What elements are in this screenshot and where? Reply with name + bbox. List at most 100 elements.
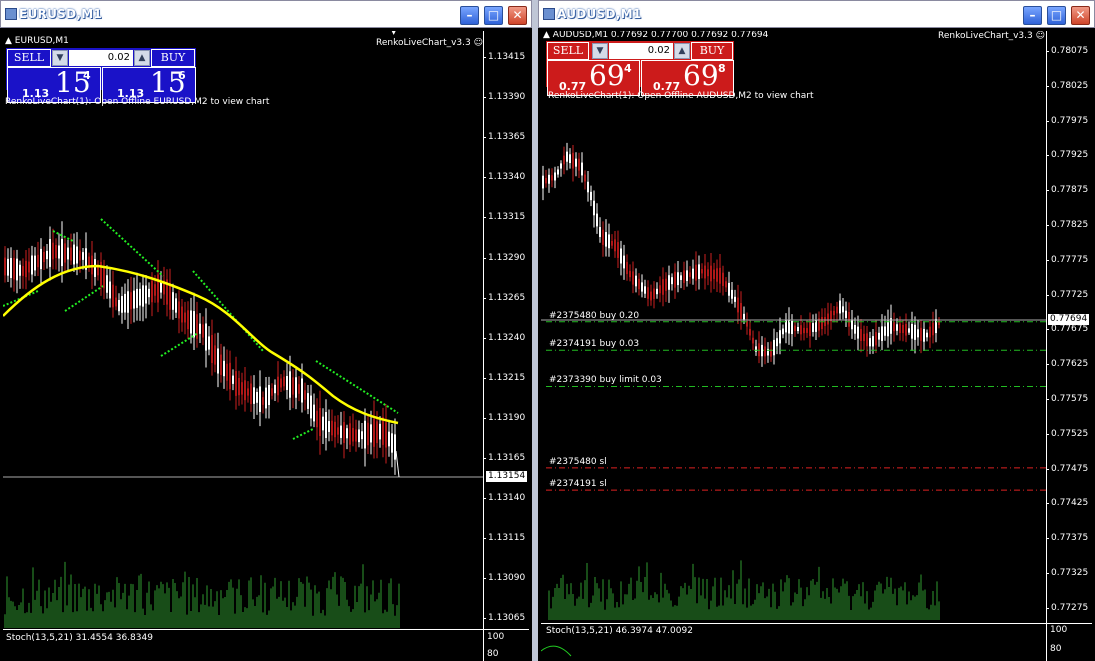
candle-body: [109, 281, 111, 299]
candle-body: [253, 387, 255, 404]
indicator-name: RenkoLiveChart_v3.3 ☺: [938, 31, 1045, 41]
candle-body: [112, 284, 114, 308]
candle-body: [223, 360, 225, 377]
candle-body: [899, 323, 901, 334]
candle-body: [271, 388, 273, 396]
price-axis-tick: [1046, 294, 1049, 296]
lot-up-icon[interactable]: ▲: [134, 50, 150, 66]
buy-button[interactable]: BUY: [151, 49, 195, 67]
candle-body: [935, 318, 937, 334]
price-axis-tick: [1046, 120, 1049, 122]
order-label[interactable]: #2375480 sl: [549, 457, 607, 467]
stoch-axis-80: 80: [487, 649, 499, 659]
order-label[interactable]: #2374191 buy 0.03: [549, 339, 639, 349]
candle-body: [701, 269, 703, 274]
eurusd-price-chart[interactable]: [3, 31, 529, 661]
candle-body: [857, 326, 859, 339]
eurusd-price-label: 1.13290: [488, 252, 526, 263]
buy-button[interactable]: BUY: [691, 42, 733, 60]
price-axis-line: [483, 31, 484, 661]
candle-body: [554, 172, 556, 181]
lot-size-input[interactable]: 0.02: [609, 43, 673, 59]
eurusd-price-label: 1.13140: [488, 493, 526, 504]
candle-body: [319, 407, 321, 437]
candle-body: [49, 239, 51, 267]
eurusd-titlebar[interactable]: EURUSD,M1 – □ ✕: [0, 0, 532, 28]
candle-body: [226, 363, 228, 381]
order-label[interactable]: #2375480 buy 0.20: [549, 311, 639, 321]
sell-button[interactable]: SELL: [7, 49, 51, 67]
eurusd-price-label: 1.13240: [488, 332, 526, 343]
candle-body: [725, 281, 727, 288]
minimize-button[interactable]: –: [460, 6, 479, 25]
candle-body: [145, 285, 147, 304]
close-button[interactable]: ✕: [1071, 6, 1090, 25]
candle-body: [782, 328, 784, 335]
maximize-button[interactable]: □: [1047, 6, 1066, 25]
price-axis-tick: [1046, 155, 1049, 157]
candle-body: [932, 322, 934, 336]
indicator-message: RenkoLiveChart(1): Open Offline AUDUSD,M…: [548, 91, 814, 101]
audusd-price-label: 0.77775: [1051, 254, 1089, 265]
candle-body: [289, 371, 291, 398]
close-button[interactable]: ✕: [508, 6, 527, 25]
sell-quote-pips: 69: [589, 59, 625, 92]
candle-body: [650, 291, 652, 301]
current-price-label: 0.77694: [1048, 314, 1090, 325]
indicator-separator: [3, 629, 529, 630]
candle-body: [40, 248, 42, 270]
audusd-chart-area[interactable]: 0.78075 0.78025 0.77975 0.77925 0.77875 0.778…: [541, 31, 1092, 661]
candle-body: [388, 431, 390, 447]
lot-up-icon[interactable]: ▲: [674, 43, 690, 59]
eurusd-chart-window[interactable]: EURUSD,M1 – □ ✕ 1.13415 1.13390 1.13365 1.1…: [0, 0, 532, 661]
candle-body: [136, 288, 138, 308]
price-axis-tick: [1046, 85, 1049, 87]
candle-body: [352, 427, 354, 442]
candle-body: [716, 268, 718, 282]
candle-body: [569, 154, 571, 164]
sell-button[interactable]: SELL: [547, 42, 589, 60]
price-axis-tick: [1046, 190, 1049, 192]
candle-body: [325, 412, 327, 438]
candle-body: [752, 337, 754, 344]
candle-body: [821, 316, 823, 330]
candle-body: [13, 258, 15, 280]
candle-body: [358, 429, 360, 443]
indicator-name: RenkoLiveChart_v3.3 ☺: [376, 38, 483, 48]
order-label[interactable]: #2373390 buy limit 0.03: [549, 375, 662, 385]
candle-body: [854, 324, 856, 334]
minimize-button[interactable]: –: [1023, 6, 1042, 25]
candle-body: [142, 285, 144, 307]
candle-body: [914, 324, 916, 340]
order-label[interactable]: #2374191 sl: [549, 479, 607, 489]
candle-body: [665, 278, 667, 291]
candle-body: [809, 321, 811, 337]
stoch-axis-100: 100: [487, 632, 505, 642]
audusd-chart-window[interactable]: AUDUSD,M1 – □ ✕ 0.78075 0.78025 0.77975 0.7…: [538, 0, 1095, 661]
price-axis-tick: [483, 337, 486, 339]
audusd-price-label: 0.77525: [1051, 428, 1089, 439]
candle-body: [58, 245, 60, 259]
eurusd-price-label: 1.13390: [488, 92, 526, 103]
candle-body: [61, 238, 63, 267]
candle-body: [313, 404, 315, 422]
candle-body: [713, 269, 715, 279]
candle-body: [674, 271, 676, 288]
lot-size-input[interactable]: 0.02: [69, 50, 133, 66]
candle-body: [836, 306, 838, 314]
audusd-titlebar[interactable]: AUDUSD,M1 – □ ✕: [538, 0, 1095, 28]
candle-body: [800, 325, 802, 335]
candle-body: [599, 227, 601, 237]
eurusd-chart-area[interactable]: 1.13415 1.13390 1.13365 1.13340 1.13315 1.132…: [3, 31, 529, 661]
maximize-button[interactable]: □: [484, 6, 503, 25]
candle-body: [379, 423, 381, 440]
lot-down-icon[interactable]: ▼: [52, 50, 68, 66]
lot-down-icon[interactable]: ▼: [592, 43, 608, 59]
renko-level-line: [160, 332, 199, 357]
candle-body: [7, 258, 9, 276]
candle-body: [719, 267, 721, 284]
candle-body: [803, 327, 805, 334]
price-axis-tick: [1046, 468, 1049, 470]
candle-body: [343, 422, 345, 443]
candle-body: [10, 258, 12, 278]
